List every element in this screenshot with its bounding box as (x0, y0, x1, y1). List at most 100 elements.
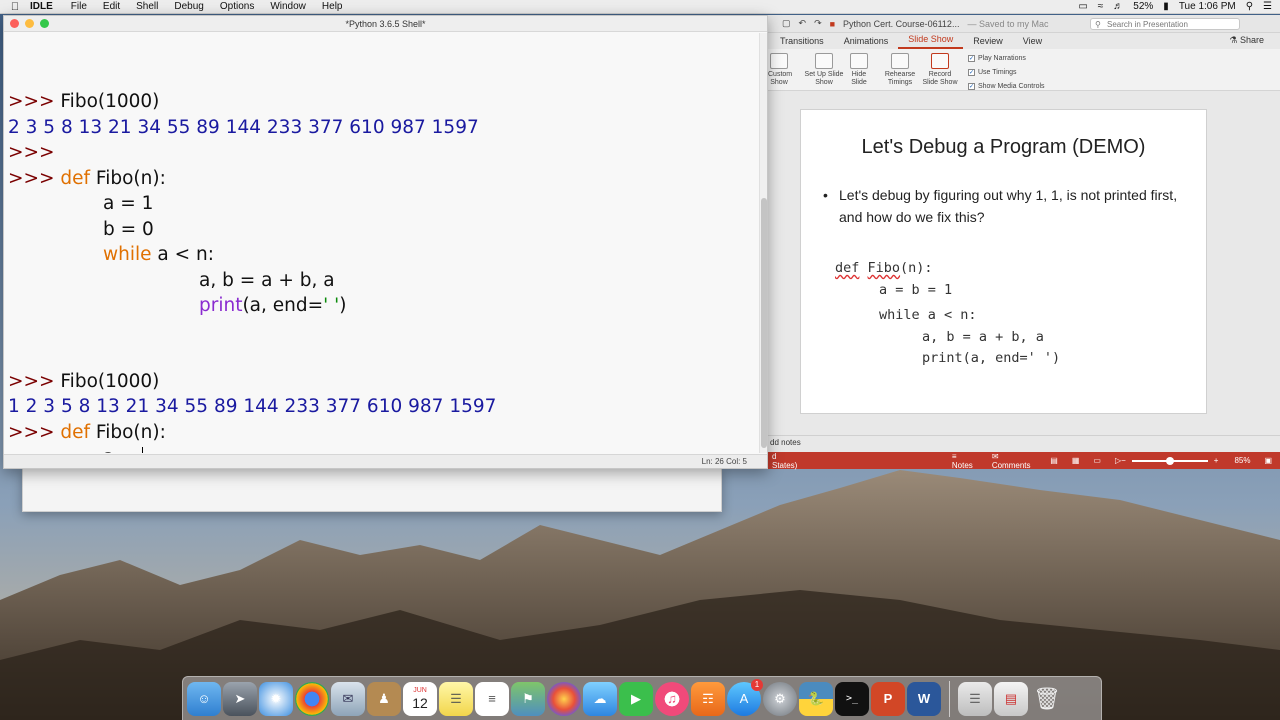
word-icon[interactable]: W (907, 681, 941, 716)
calendar-icon[interactable]: JUN 12 (403, 681, 437, 716)
slide-sorter-icon[interactable]: ▦ (1072, 456, 1080, 465)
prompt: >>> (8, 422, 61, 443)
notes-app-icon[interactable]: ☰ (439, 681, 473, 716)
python-icon[interactable]: 🐍 (799, 681, 833, 716)
menu-file[interactable]: File (71, 1, 87, 12)
trash-icon[interactable]: 🗑 (1030, 682, 1064, 716)
string-literal: ' ' (323, 295, 340, 316)
app-store-icon[interactable]: A1 (727, 678, 763, 716)
zoom-in-icon[interactable]: + (1214, 456, 1219, 465)
record-slide-show-button[interactable]: Record Slide Show (920, 53, 960, 87)
clock[interactable]: Tue 1:06 PM (1179, 1, 1236, 12)
powerpoint-icon[interactable]: P (871, 681, 905, 716)
window-controls (10, 19, 49, 28)
menu-edit[interactable]: Edit (103, 1, 120, 12)
finder-icon[interactable]: ☺ (187, 681, 221, 716)
menu-options[interactable]: Options (220, 1, 254, 12)
downloads-stack-icon[interactable]: ☰ (958, 681, 992, 716)
notification-center-icon[interactable]: ☰ (1263, 1, 1272, 12)
menu-shell[interactable]: Shell (136, 1, 158, 12)
scrollbar-thumb[interactable] (761, 198, 767, 448)
undo-icon[interactable]: ↶ (799, 18, 807, 29)
mail-icon[interactable]: ✉ (331, 681, 365, 716)
volume-icon[interactable]: ♬ (1113, 1, 1123, 12)
tab-animations[interactable]: Animations (834, 33, 899, 49)
dock-separator (949, 680, 950, 717)
input-text: a = (103, 447, 142, 453)
app-menu[interactable]: IDLE (30, 1, 53, 12)
shell-current-line[interactable]: a = (103, 447, 143, 453)
itunes-icon[interactable]: ♫ (655, 681, 689, 716)
airplay-icon[interactable]: ▭ (1078, 1, 1087, 12)
battery-icon[interactable]: ▮ (1163, 1, 1169, 12)
menu-help[interactable]: Help (322, 1, 343, 12)
zoom-out-icon[interactable]: − (1121, 456, 1126, 465)
comments-button[interactable]: ✉ Comments (992, 452, 1036, 470)
document-stack-icon[interactable]: ▤ (994, 681, 1028, 716)
menu-window[interactable]: Window (270, 1, 306, 12)
spotlight-icon[interactable]: ⚲ (1246, 1, 1253, 12)
show-media-controls-checkbox[interactable]: ✓ Show Media Controls (968, 83, 1045, 90)
setup-label: Set Up Slide Show (804, 71, 844, 86)
zoom-slider-knob[interactable] (1165, 456, 1174, 465)
use-timings-checkbox[interactable]: ✓ Use Timings (968, 69, 1017, 76)
close-icon[interactable] (10, 19, 19, 28)
hide-slide-button[interactable]: Hide Slide (848, 53, 870, 87)
zoom-icon[interactable] (40, 19, 49, 28)
slide-canvas[interactable]: Let's Debug a Program (DEMO) • Let's deb… (800, 109, 1207, 414)
ppt-title: Python Cert. Course-06112... (843, 18, 960, 29)
minimize-icon[interactable] (25, 19, 34, 28)
play-narrations-checkbox[interactable]: ✓ Play Narrations (968, 55, 1026, 62)
contacts-icon[interactable]: ♟ (367, 681, 401, 716)
photos-icon[interactable] (547, 681, 581, 716)
tab-transitions[interactable]: Transitions (770, 33, 834, 49)
slide-code-line-4: a, b = a + b, a (922, 329, 1044, 345)
shell-line: while a < n: (103, 244, 214, 265)
notes-button[interactable]: ≡ Notes (952, 452, 978, 470)
ppt-search-input[interactable]: ⚲ Search in Presentation (1090, 17, 1240, 30)
ibooks-icon[interactable]: ☶ (691, 681, 725, 716)
shell-editor[interactable]: >>> Fibo(1000) 2 3 5 8 13 21 34 55 89 14… (4, 33, 760, 453)
facetime-icon[interactable]: ▶ (619, 681, 653, 716)
tab-review[interactable]: Review (963, 33, 1013, 49)
maps-icon[interactable]: ⚑ (511, 681, 545, 716)
fit-to-window-icon[interactable]: ▣ (1264, 456, 1272, 465)
background-window[interactable] (22, 468, 722, 512)
checkmark-icon: ✓ (968, 69, 975, 76)
setup-slide-show-button[interactable]: Set Up Slide Show (804, 53, 844, 87)
slide-code-line-1: def Fibo(n): (835, 260, 933, 276)
launchpad-icon[interactable]: ➤ (223, 681, 257, 716)
language-status[interactable]: d States) (772, 452, 802, 470)
apple-menu-icon[interactable]:  (0, 1, 30, 13)
vertical-scrollbar[interactable] (759, 33, 767, 453)
messages-icon[interactable]: ☁ (583, 681, 617, 716)
builtin: print (199, 295, 243, 316)
share-button[interactable]: ⚗ Share (1229, 35, 1264, 46)
normal-view-icon[interactable]: ▤ (1050, 456, 1058, 465)
custom-show-button[interactable]: Custom Show (768, 53, 793, 87)
notes-pane[interactable]: dd notes (768, 435, 1280, 449)
reminders-icon[interactable]: ≡ (475, 681, 509, 716)
battery-percent[interactable]: 52% (1133, 1, 1153, 12)
custom-show-label: Custom Show (768, 71, 793, 86)
menu-debug[interactable]: Debug (174, 1, 203, 12)
tab-view[interactable]: View (1013, 33, 1052, 49)
dock: ☺ ➤ ✹ ✉ ♟ JUN 12 ☰ ≡ ⚑ ☁ ▶ ♫ ☶ A1 ⚙ 🐍 >_… (182, 676, 1102, 720)
terminal-icon[interactable]: >_ (835, 681, 869, 716)
save-icon[interactable]: ▢ (782, 18, 791, 29)
powerpoint-window: ▢ ↶ ↷ ■ Python Cert. Course-06112... — S… (768, 15, 1280, 470)
safari-icon[interactable]: ✹ (259, 681, 293, 716)
redo-icon[interactable]: ↷ (814, 18, 822, 29)
notes-label: Notes (951, 460, 973, 470)
reading-view-icon[interactable]: ▭ (1093, 456, 1101, 465)
system-preferences-icon[interactable]: ⚙ (763, 681, 797, 716)
rehearse-timings-button[interactable]: Rehearse Timings (882, 53, 918, 87)
zoom-control: − + 85% ▣ (1121, 456, 1272, 465)
zoom-slider[interactable] (1131, 456, 1208, 465)
wifi-icon[interactable]: ≈ (1098, 1, 1104, 12)
shell-line: >>> Fibo(1000) (8, 91, 159, 112)
keyword: def (60, 422, 91, 443)
chrome-icon[interactable] (295, 681, 329, 716)
tab-slide-show[interactable]: Slide Show (898, 31, 964, 49)
keyword: def (60, 168, 91, 189)
